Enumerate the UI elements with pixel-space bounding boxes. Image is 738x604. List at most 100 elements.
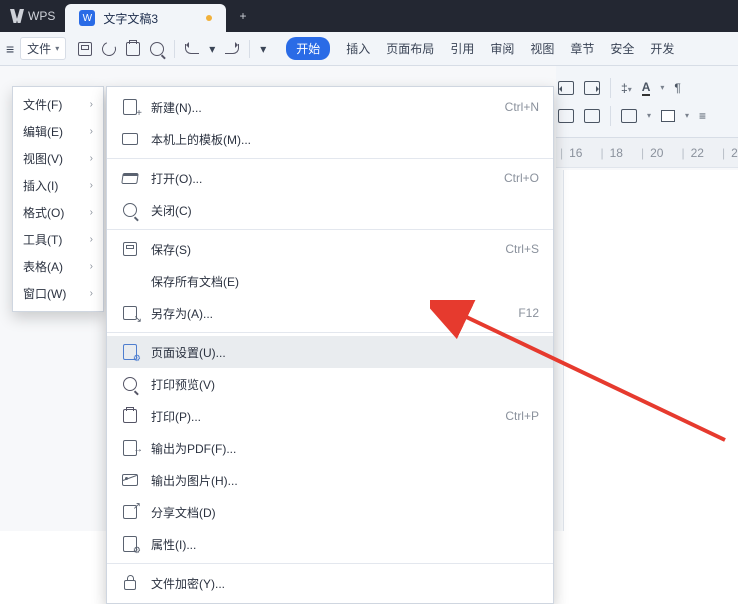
paragraph-marks-icon[interactable]: ¶ (674, 81, 680, 95)
ribbon-tab-references[interactable]: 引用 (450, 40, 474, 57)
menu-separator (107, 332, 553, 333)
menu-table[interactable]: 表格(A)› (13, 253, 103, 280)
file-menu-item[interactable]: 输出为PDF(F)... (107, 432, 553, 464)
print-preview-icon[interactable] (150, 42, 164, 56)
file-menu-item[interactable]: 本机上的模板(M)... (107, 123, 553, 155)
file-menu-item[interactable]: 属性(I)... (107, 528, 553, 560)
ruler-tick: 18 (600, 146, 622, 160)
menu-item-label: 视图(V) (23, 150, 63, 167)
file-menu-item[interactable]: 文件加密(Y)... (107, 567, 553, 599)
chevron-right-icon: › (90, 288, 93, 299)
ribbon-tab-view[interactable]: 视图 (530, 40, 554, 57)
blank-icon (121, 272, 139, 290)
shading-icon[interactable] (661, 110, 675, 122)
menu-item-label: 保存所有文档(E) (151, 273, 527, 290)
paragraph-icon[interactable]: ≡ (699, 109, 706, 123)
file-menu-item[interactable]: 页面设置(U)... (107, 336, 553, 368)
menu-format[interactable]: 格式(O)› (13, 199, 103, 226)
menu-item-label: 打印(P)... (151, 408, 493, 425)
align-icon[interactable] (584, 109, 600, 123)
file-menu-item[interactable]: 打开(O)...Ctrl+O (107, 162, 553, 194)
font-color-a-icon[interactable]: A (642, 80, 651, 96)
page-canvas[interactable] (563, 170, 738, 531)
quick-toolbar: ≡ 文件 ▾ ▾ ▾ 开始 插入 页面布局 引用 审阅 视图 章节 安全 开发 (0, 32, 738, 66)
ruler: 16 18 20 22 24 (556, 138, 738, 168)
borders-icon[interactable] (621, 109, 637, 123)
menu-view[interactable]: 视图(V)› (13, 145, 103, 172)
classic-menu-panel: 文件(F)› 编辑(E)› 视图(V)› 插入(I)› 格式(O)› 工具(T)… (12, 86, 104, 312)
new-tab-button[interactable]: + (226, 0, 260, 32)
menu-item-label: 页面设置(U)... (151, 344, 527, 361)
file-menu-item[interactable]: 保存(S)Ctrl+S (107, 233, 553, 265)
menu-item-label: 分享文档(D) (151, 504, 527, 521)
prop-icon (121, 535, 139, 553)
sync-icon[interactable] (100, 39, 119, 58)
separator (610, 106, 611, 126)
pdf-icon (121, 439, 139, 457)
file-menu-item[interactable]: 分享文档(D) (107, 496, 553, 528)
menu-item-label: 本机上的模板(M)... (151, 131, 527, 148)
ribbon-tab-start[interactable]: 开始 (286, 37, 330, 60)
file-menu-item[interactable]: 输出为图片(H)... (107, 464, 553, 496)
file-menu-item[interactable]: 关闭(C) (107, 194, 553, 226)
share-icon (121, 503, 139, 521)
increase-indent-icon[interactable] (584, 81, 600, 95)
redo-icon[interactable] (225, 44, 239, 54)
chevron-down-icon[interactable]: ▾ (260, 42, 266, 56)
menu-item-label: 插入(I) (23, 177, 58, 194)
menu-item-shortcut: Ctrl+N (505, 100, 539, 114)
separator (610, 78, 611, 98)
file-menu-label: 文件 (27, 40, 51, 57)
ribbon-tabs: 开始 插入 页面布局 引用 审阅 视图 章节 安全 开发 (286, 37, 674, 60)
menu-item-label: 关闭(C) (151, 202, 527, 219)
ribbon-tab-chapter[interactable]: 章节 (570, 40, 594, 57)
menu-file[interactable]: 文件(F)› (13, 91, 103, 118)
file-menu-item[interactable]: 打印(P)... Ctrl+P (107, 400, 553, 432)
ribbon-tab-security[interactable]: 安全 (610, 40, 634, 57)
menu-item-label: 编辑(E) (23, 123, 63, 140)
menu-separator (107, 229, 553, 230)
file-menu-item[interactable]: 打印预览(V) (107, 368, 553, 400)
save-icon[interactable] (78, 42, 92, 56)
img-icon (121, 471, 139, 489)
file-menu-item[interactable]: 另存为(A)...F12 (107, 297, 553, 329)
menu-tools[interactable]: 工具(T)› (13, 226, 103, 253)
ruler-tick: 22 (681, 146, 703, 160)
menu-item-label: 新建(N)... (151, 99, 493, 116)
menu-window[interactable]: 窗口(W)› (13, 280, 103, 307)
print-icon[interactable] (126, 42, 140, 56)
plus-icon: + (240, 9, 247, 23)
ribbon-tab-review[interactable]: 审阅 (490, 40, 514, 57)
new-icon (121, 98, 139, 116)
menu-separator (107, 158, 553, 159)
hamburger-icon[interactable]: ≡ (6, 41, 14, 57)
close-icon (121, 201, 139, 219)
saveas-icon (121, 304, 139, 322)
menu-item-shortcut: Ctrl+S (505, 242, 539, 256)
chevron-right-icon: › (90, 207, 93, 218)
file-submenu: 新建(N)... Ctrl+N 本机上的模板(M)... 打开(O)...Ctrl+O… (106, 86, 554, 604)
menu-item-shortcut: Ctrl+O (504, 171, 539, 185)
ribbon-tab-dev[interactable]: 开发 (650, 40, 674, 57)
chevron-down-icon[interactable]: ▾ (209, 42, 215, 56)
ribbon-commands: ‡▾ A▾ ¶ ▾ ▾ ≡ (556, 66, 738, 138)
decrease-indent-icon[interactable] (558, 81, 574, 95)
file-menu-button[interactable]: 文件 ▾ (20, 37, 66, 60)
separator (174, 40, 175, 58)
document-tab[interactable]: W 文字文稿3 (65, 4, 226, 32)
ribbon-tab-insert[interactable]: 插入 (346, 40, 370, 57)
menu-insert[interactable]: 插入(I)› (13, 172, 103, 199)
titlebar: WPS W 文字文稿3 + (0, 0, 738, 32)
menu-edit[interactable]: 编辑(E)› (13, 118, 103, 145)
undo-icon[interactable] (185, 44, 199, 54)
line-spacing-icon[interactable]: ‡▾ (621, 81, 632, 95)
align-icon[interactable] (558, 109, 574, 123)
chevron-right-icon: › (90, 99, 93, 110)
ruler-tick: 16 (560, 146, 582, 160)
file-menu-item[interactable]: 新建(N)... Ctrl+N (107, 91, 553, 123)
page-icon (121, 343, 139, 361)
file-menu-item[interactable]: 保存所有文档(E) (107, 265, 553, 297)
ribbon-tab-page-layout[interactable]: 页面布局 (386, 40, 434, 57)
menu-item-shortcut: Ctrl+P (505, 409, 539, 423)
wps-logo-icon (10, 9, 24, 23)
